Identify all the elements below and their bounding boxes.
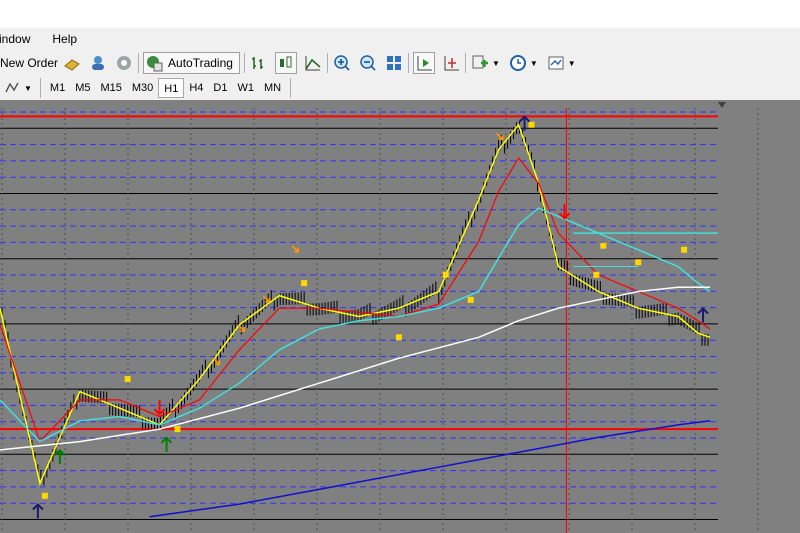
toolbar-separator xyxy=(39,78,41,98)
bar-chart-icon[interactable] xyxy=(249,53,269,73)
people-icon[interactable] xyxy=(88,53,108,73)
templates-icon[interactable] xyxy=(546,53,566,73)
toolbar-separator xyxy=(290,78,292,98)
menu-bar: indow Help xyxy=(0,28,800,50)
gold-bars-icon[interactable] xyxy=(62,53,82,73)
zoom-out-icon[interactable] xyxy=(358,53,378,73)
signal-square xyxy=(442,271,449,278)
signal-square xyxy=(41,492,48,499)
zoom-in-icon[interactable] xyxy=(332,53,352,73)
chevron-down-icon[interactable]: ▼ xyxy=(530,59,538,68)
chart-shift-icon[interactable] xyxy=(441,53,461,73)
menu-window[interactable]: indow xyxy=(0,28,38,50)
timeframe-mn[interactable]: MN xyxy=(259,78,286,98)
line-studies-icon[interactable] xyxy=(2,78,22,98)
signal-icon[interactable] xyxy=(114,53,134,73)
chevron-down-icon[interactable]: ▼ xyxy=(492,59,500,68)
toolbar-separator xyxy=(407,53,409,73)
indicators-icon[interactable] xyxy=(470,53,490,73)
signal-square xyxy=(600,242,607,249)
toolbar-separator xyxy=(138,53,140,73)
autotrading-button[interactable]: AutoTrading xyxy=(143,52,240,74)
tile-windows-icon[interactable] xyxy=(384,53,404,73)
signal-square xyxy=(635,259,642,266)
timeframe-m5[interactable]: M5 xyxy=(70,78,95,98)
signal-square xyxy=(528,121,535,128)
timeframe-h1[interactable]: H1 xyxy=(158,78,185,98)
chart-canvas[interactable] xyxy=(0,100,800,533)
new-order-label: New Order xyxy=(0,56,59,70)
signal-square xyxy=(681,246,688,253)
signal-square xyxy=(124,376,131,383)
candle-chart-icon[interactable] xyxy=(274,52,297,74)
timeframes-toolbar: ▼ M1 M5 M15 M30 H1 H4 D1 W1 MN xyxy=(0,76,800,101)
toolbar-separator xyxy=(326,53,328,73)
signal-square xyxy=(395,334,402,341)
toolbar-separator xyxy=(243,53,245,73)
line-chart-icon[interactable] xyxy=(303,53,323,73)
timeframe-d1[interactable]: D1 xyxy=(208,78,232,98)
autotrading-icon xyxy=(144,53,164,73)
chevron-down-icon[interactable]: ▼ xyxy=(24,84,32,93)
new-order-button[interactable]: New Order xyxy=(0,52,62,74)
price-chart[interactable] xyxy=(0,100,800,533)
window-top-area xyxy=(0,0,800,28)
standard-toolbar: New Order AutoTrading ▼ ▼ ▼ xyxy=(0,50,800,77)
signal-square xyxy=(174,426,181,433)
signal-square xyxy=(301,280,308,287)
timeframe-m1[interactable]: M1 xyxy=(45,78,70,98)
autoscroll-icon[interactable] xyxy=(412,52,435,74)
menu-help[interactable]: Help xyxy=(52,28,85,50)
toolbar-separator xyxy=(464,53,466,73)
timeframe-w1[interactable]: W1 xyxy=(232,78,259,98)
timeframe-h4[interactable]: H4 xyxy=(184,78,208,98)
autotrading-label: AutoTrading xyxy=(168,56,233,70)
chevron-down-icon[interactable]: ▼ xyxy=(568,59,576,68)
signal-square xyxy=(467,296,474,303)
clock-icon[interactable] xyxy=(508,53,528,73)
signal-square xyxy=(593,271,600,278)
timeframe-m15[interactable]: M15 xyxy=(95,78,126,98)
timeframe-m30[interactable]: M30 xyxy=(127,78,158,98)
